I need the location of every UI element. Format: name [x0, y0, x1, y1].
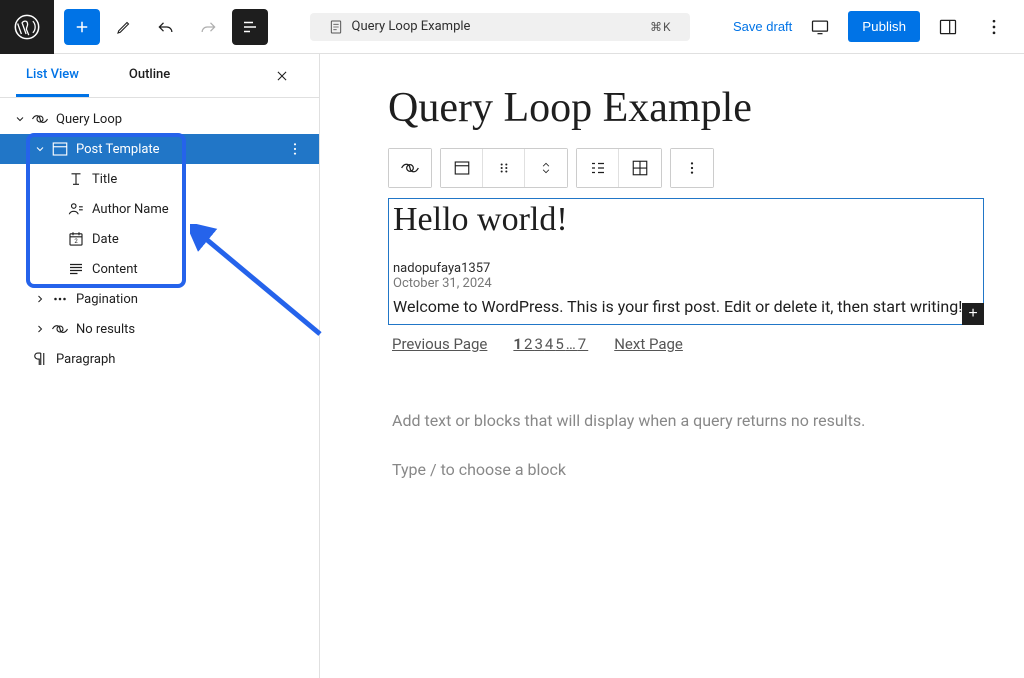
date-icon: 2: [66, 229, 86, 249]
top-tools: [54, 9, 278, 45]
redo-button[interactable]: [190, 9, 226, 45]
pagination-block[interactable]: Previous Page 12345…7 Next Page: [388, 325, 984, 363]
block-tree: Query Loop Post Template Title Author Na…: [0, 98, 319, 380]
list-view-panel: List View Outline Query Loop Post Templa…: [0, 54, 320, 678]
chevron-right-icon: [30, 289, 50, 309]
move-buttons[interactable]: [525, 149, 567, 187]
title-icon: [66, 169, 86, 189]
block-toolbar: [388, 148, 984, 188]
publish-button[interactable]: Publish: [848, 11, 920, 42]
pagination-prev[interactable]: Previous Page: [392, 335, 487, 353]
tab-list-view[interactable]: List View: [16, 54, 89, 97]
list-view-toggle[interactable]: [577, 149, 619, 187]
top-toolbar: Query Loop Example ⌘K Save draft Publish: [0, 0, 1024, 54]
tree-item-no-results[interactable]: No results: [0, 314, 319, 344]
pagination-next[interactable]: Next Page: [614, 335, 683, 353]
panel-tabs: List View Outline: [0, 54, 319, 98]
block-type-button[interactable]: [389, 149, 431, 187]
post-content[interactable]: Welcome to WordPress. This is your first…: [389, 291, 983, 324]
tree-label: Date: [92, 232, 119, 247]
tree-item-options-button[interactable]: [281, 135, 309, 163]
settings-sidebar-button[interactable]: [930, 9, 966, 45]
pagination-numbers[interactable]: 12345…7: [513, 335, 588, 353]
paragraph-icon: [30, 349, 50, 369]
add-block-button[interactable]: [64, 9, 100, 45]
loop-icon: [50, 319, 70, 339]
author-icon: [66, 199, 86, 219]
layout-button[interactable]: [441, 149, 483, 187]
edit-tool-button[interactable]: [106, 9, 142, 45]
tab-outline[interactable]: Outline: [119, 54, 180, 97]
pagination-icon: [50, 289, 70, 309]
tree-label: Author Name: [92, 202, 169, 217]
tree-item-post-template[interactable]: Post Template: [0, 134, 319, 164]
svg-text:2: 2: [74, 238, 78, 245]
document-overview-button[interactable]: [232, 9, 268, 45]
block-options-button[interactable]: [671, 149, 713, 187]
post-title[interactable]: Hello world!: [389, 199, 983, 243]
editor-canvas[interactable]: Query Loop Example Hello world! nadopufa…: [320, 54, 1024, 678]
content-icon: [66, 259, 86, 279]
tree-item-query-loop[interactable]: Query Loop: [0, 104, 319, 134]
drag-handle[interactable]: [483, 149, 525, 187]
post-date[interactable]: October 31, 2024: [393, 276, 983, 291]
no-results-placeholder[interactable]: Add text or blocks that will display whe…: [388, 363, 984, 438]
paragraph-placeholder[interactable]: Type / to choose a block: [388, 438, 984, 501]
document-title-bar[interactable]: Query Loop Example ⌘K: [278, 13, 721, 41]
preview-button[interactable]: [802, 9, 838, 45]
tree-item-title[interactable]: Title: [0, 164, 319, 194]
grid-view-toggle[interactable]: [619, 149, 661, 187]
add-block-inline-button[interactable]: +: [962, 303, 984, 325]
tree-label: Post Template: [76, 142, 160, 157]
tree-item-date[interactable]: 2 Date: [0, 224, 319, 254]
page-title[interactable]: Query Loop Example: [388, 84, 984, 132]
tree-label: Query Loop: [56, 112, 122, 127]
post-author[interactable]: nadopufaya1357: [393, 261, 983, 276]
post-template-icon: [50, 139, 70, 159]
page-icon: [328, 19, 344, 35]
tree-item-content[interactable]: Content: [0, 254, 319, 284]
undo-button[interactable]: [148, 9, 184, 45]
chevron-right-icon: [30, 319, 50, 339]
save-draft-button[interactable]: Save draft: [733, 19, 792, 34]
post-template-block[interactable]: Hello world! nadopufaya1357 October 31, …: [388, 198, 984, 325]
command-shortcut: ⌘K: [650, 20, 672, 34]
chevron-down-icon: [30, 139, 50, 159]
tree-item-paragraph[interactable]: Paragraph: [0, 344, 319, 374]
tree-label: Paragraph: [56, 352, 115, 367]
top-right-controls: Save draft Publish: [721, 9, 1024, 45]
tree-label: Pagination: [76, 292, 138, 307]
options-button[interactable]: [976, 9, 1012, 45]
document-title: Query Loop Example: [352, 19, 471, 34]
tree-item-pagination[interactable]: Pagination: [0, 284, 319, 314]
tree-item-author-name[interactable]: Author Name: [0, 194, 319, 224]
tree-label: No results: [76, 322, 135, 337]
tree-label: Content: [92, 262, 138, 277]
wp-logo[interactable]: [0, 0, 54, 54]
tree-label: Title: [92, 172, 117, 187]
chevron-down-icon: [10, 109, 30, 129]
loop-icon: [30, 109, 50, 129]
close-panel-button[interactable]: [275, 62, 303, 90]
